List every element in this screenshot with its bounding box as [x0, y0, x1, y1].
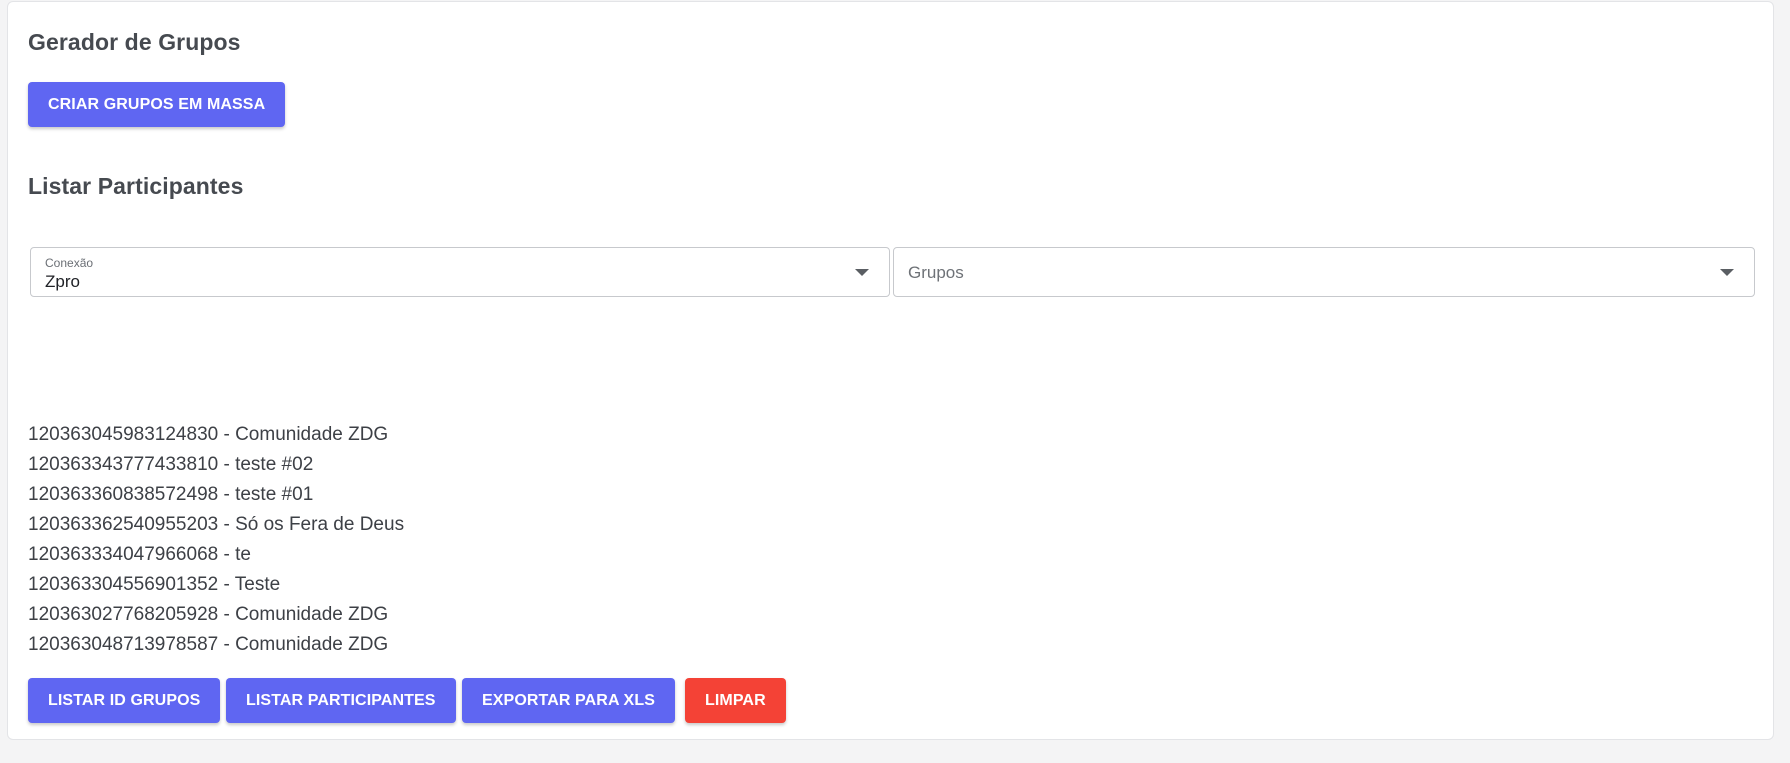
group-id-list: 120363045983124830 - Comunidade ZDG 1203…: [28, 420, 404, 660]
list-item: 120363027768205928 - Comunidade ZDG: [28, 604, 389, 625]
list-group-ids-button[interactable]: LISTAR ID GRUPOS: [28, 678, 221, 723]
list-item: 120363334047966068 - te: [28, 544, 251, 565]
main-card: Gerador de Grupos CRIAR GRUPOS EM MASSA …: [7, 1, 1774, 740]
connection-select-label: Conexão: [45, 256, 94, 270]
export-xls-button[interactable]: EXPORTAR PARA XLS: [462, 678, 675, 723]
connection-select-value: Zpro: [45, 272, 80, 291]
groups-select-placeholder: Grupos: [908, 263, 964, 282]
list-item: 120363048713978587 - Comunidade ZDG: [28, 634, 389, 655]
list-item: 120363343777433810 - teste #02: [28, 454, 314, 475]
participants-title: Listar Participantes: [28, 173, 244, 199]
list-item: 120363360838572498 - teste #01: [28, 484, 314, 505]
list-item: 120363304556901352 - Teste: [28, 574, 281, 595]
groups-select[interactable]: Grupos: [893, 247, 1755, 297]
chevron-down-icon: [855, 269, 869, 276]
create-groups-bulk-button[interactable]: CRIAR GRUPOS EM MASSA: [28, 82, 286, 127]
list-item: 120363362540955203 - Só os Fera de Deus: [28, 514, 405, 535]
connection-select[interactable]: Conexão Zpro: [30, 247, 890, 297]
generator-title: Gerador de Grupos: [28, 29, 241, 55]
list-item: 120363045983124830 - Comunidade ZDG: [28, 424, 389, 445]
clear-button[interactable]: LIMPAR: [685, 678, 786, 723]
chevron-down-icon: [1720, 269, 1734, 276]
list-participants-button[interactable]: LISTAR PARTICIPANTES: [226, 678, 456, 723]
